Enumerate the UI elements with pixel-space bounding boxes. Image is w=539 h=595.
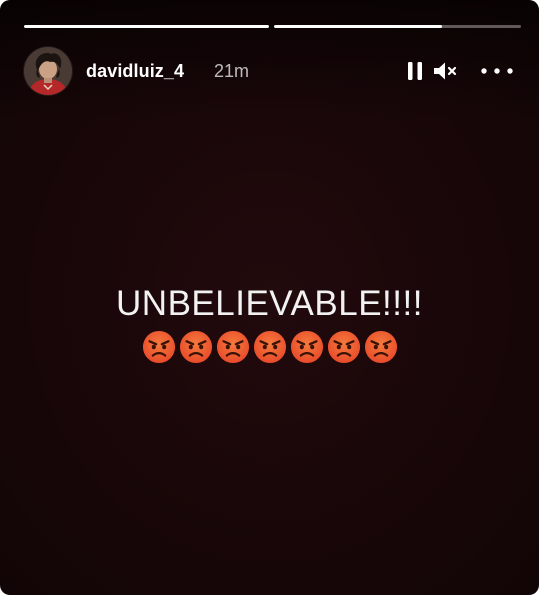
story-content: UNBELIEVABLE!!!! (0, 284, 539, 370)
progress-segment (274, 25, 521, 28)
speaker-muted-icon (434, 62, 457, 80)
pause-button[interactable] (405, 59, 425, 83)
more-options-button[interactable] (479, 59, 515, 83)
progress-segment-fill (274, 25, 442, 28)
angry-face-emoji (216, 330, 249, 364)
pause-icon (408, 62, 422, 80)
story-text: UNBELIEVABLE!!!! (116, 284, 423, 323)
progress-segment-fill (24, 25, 269, 28)
angry-face-emoji (364, 330, 397, 364)
progress-segment (24, 25, 269, 28)
mute-button[interactable] (432, 59, 460, 83)
angry-face-emoji (253, 330, 286, 364)
angry-face-emoji (179, 330, 212, 364)
story-progress-bar (24, 25, 521, 28)
story-viewer[interactable]: davidluiz_4 21m UNBELIEVABLE!!!! (0, 0, 539, 595)
avatar[interactable] (24, 47, 72, 95)
more-options-icon (481, 68, 513, 74)
avatar-image (24, 47, 72, 95)
username[interactable]: davidluiz_4 (86, 61, 184, 82)
emoji-row (0, 330, 539, 370)
angry-face-emoji (327, 330, 360, 364)
story-header: davidluiz_4 21m (24, 47, 515, 97)
angry-face-emoji (290, 330, 323, 364)
angry-face-emoji (142, 330, 175, 364)
post-time: 21m (214, 61, 250, 81)
